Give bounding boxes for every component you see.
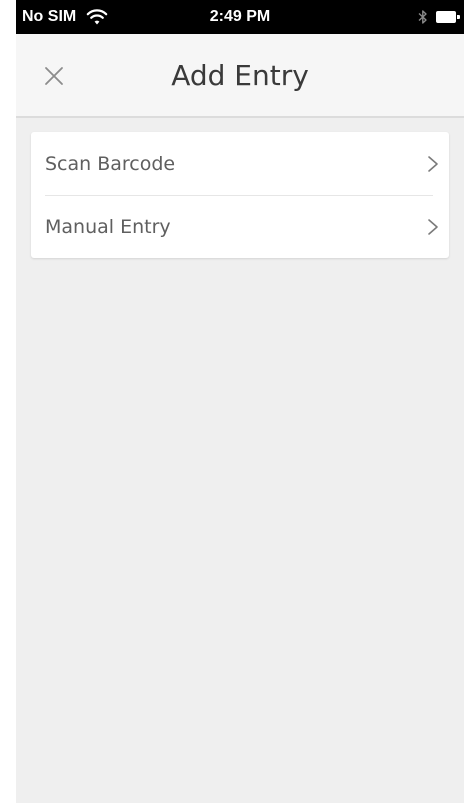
options-list: Scan Barcode Manual Entry [31,132,449,258]
battery-icon [436,11,460,23]
page-title: Add Entry [171,59,309,92]
battery-body [436,11,456,23]
scan-barcode-label: Scan Barcode [45,153,176,175]
scan-barcode-option[interactable]: Scan Barcode [31,132,449,195]
chevron-right-icon [428,156,438,172]
manual-entry-option[interactable]: Manual Entry [31,195,449,258]
manual-entry-label: Manual Entry [45,216,171,238]
chevron-right-icon [428,219,438,235]
app-screen: No SIM 2:49 PM Add Entry Scan Barcode Ma… [16,0,464,803]
status-time: 2:49 PM [209,8,271,25]
status-bar: No SIM 2:49 PM [16,0,464,34]
bluetooth-icon [418,10,427,24]
navigation-bar: Add Entry [16,34,464,118]
status-right [418,9,460,25]
battery-tip [457,15,460,19]
